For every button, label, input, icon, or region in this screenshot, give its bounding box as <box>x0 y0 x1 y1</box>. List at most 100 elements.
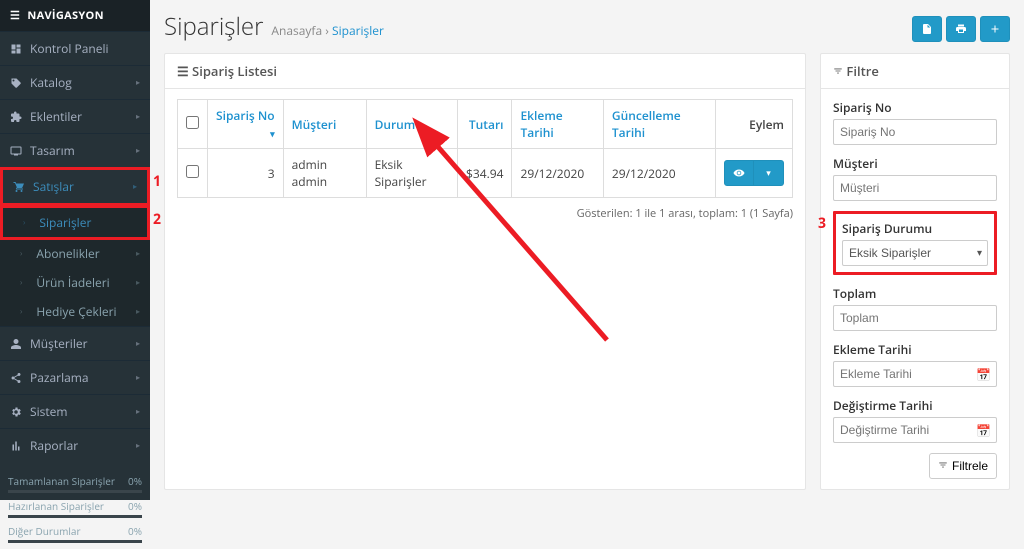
caret-down-icon: ▾ <box>766 168 771 179</box>
chevron-right-icon: ▸ <box>136 372 140 383</box>
sidebar-item-label: Eklentiler <box>30 108 136 125</box>
sidebar-item-label: Tasarım <box>30 142 136 159</box>
filter-total-label: Toplam <box>833 285 997 302</box>
calendar-icon[interactable]: 📅 <box>976 366 991 383</box>
sidebar-subitem-abonelikler[interactable]: › Abonelikler▸ <box>0 239 150 268</box>
view-order-button[interactable] <box>724 160 754 186</box>
sort-desc-icon: ▾ <box>270 127 275 140</box>
breadcrumb-home[interactable]: Anasayfa <box>271 22 322 39</box>
filter-status-select[interactable]: Eksik Siparişler <box>842 240 988 266</box>
tag-icon <box>10 77 22 89</box>
stat-tamamlanan-siparişler: Tamamlanan Siparişler0% <box>8 474 142 493</box>
filter-modified-input[interactable] <box>833 417 997 443</box>
order-actions-dropdown[interactable]: ▾ <box>754 160 784 186</box>
invoice-button[interactable] <box>912 16 942 42</box>
sidebar-item-label: Ürün İadeleri <box>36 274 136 291</box>
sidebar-item-pazarlama[interactable]: Pazarlama▸ <box>0 361 150 394</box>
sidebar-title: ☰ NAVİGASYON <box>0 0 150 31</box>
col-added[interactable]: Ekleme Tarihi <box>520 107 562 141</box>
chevron-right-icon: › <box>20 277 22 288</box>
annotation-3: 3 <box>818 214 826 233</box>
sidebar-item-eklentiler[interactable]: Eklentiler▸ <box>0 100 150 133</box>
col-action: Eylem <box>749 116 784 133</box>
sidebar-item-label: Kontrol Paneli <box>30 40 140 57</box>
gear-icon <box>10 406 22 418</box>
chevron-right-icon: ▸ <box>136 248 140 259</box>
sidebar: ☰ NAVİGASYON Kontrol PaneliKatalog▸Eklen… <box>0 0 150 500</box>
cell-added: 29/12/2020 <box>512 149 603 198</box>
main-content: Siparişler Anasayfa › Siparişler ☰ <box>150 0 1024 500</box>
order-list-title: ☰ Sipariş Listesi <box>165 54 805 89</box>
cell-status: Eksik Siparişler <box>366 149 457 198</box>
sidebar-item-satışlar[interactable]: Satışlar▸ <box>3 170 147 203</box>
col-order-id[interactable]: Sipariş No <box>216 107 275 124</box>
sidebar-item-sistem[interactable]: Sistem▸ <box>0 395 150 428</box>
plus-icon <box>989 23 1001 35</box>
sidebar-item-kontrol-paneli[interactable]: Kontrol Paneli <box>0 32 150 65</box>
filter-total-input[interactable] <box>833 305 997 331</box>
col-total[interactable]: Tutarı <box>469 116 504 133</box>
filter-customer-input[interactable] <box>833 175 997 201</box>
breadcrumb-current[interactable]: Siparişler <box>332 22 384 39</box>
cell-order-id: 3 <box>208 149 284 198</box>
filter-orderid-label: Sipariş No <box>833 99 997 116</box>
sidebar-item-label: Raporlar <box>30 437 136 454</box>
add-order-button[interactable] <box>980 16 1010 42</box>
cart-icon <box>13 181 25 193</box>
filter-button[interactable]: Filtrele <box>929 453 997 479</box>
chart-icon <box>10 440 22 452</box>
puzzle-icon <box>10 111 22 123</box>
sidebar-item-label: Satışlar <box>33 178 133 195</box>
cell-total: $34.94 <box>458 149 512 198</box>
cell-modified: 29/12/2020 <box>603 149 715 198</box>
sidebar-subitem-ürün-i̇adeleri[interactable]: › Ürün İadeleri▸ <box>0 268 150 297</box>
sidebar-item-label: Katalog <box>30 74 136 91</box>
col-status[interactable]: Durumu <box>375 116 423 133</box>
sidebar-item-label: Abonelikler <box>36 245 136 262</box>
chevron-right-icon: ▸ <box>136 77 140 88</box>
cell-customer: admin admin <box>283 149 366 198</box>
sidebar-item-tasarım[interactable]: Tasarım▸ <box>0 134 150 167</box>
sidebar-item-label: Pazarlama <box>30 369 136 386</box>
filter-title: Filtre <box>821 54 1009 89</box>
chevron-right-icon: ▸ <box>136 406 140 417</box>
chevron-right-icon: ▸ <box>136 277 140 288</box>
sidebar-item-label: Hediye Çekleri <box>36 303 136 320</box>
select-all-checkbox[interactable] <box>186 116 199 129</box>
chevron-right-icon: ▸ <box>136 145 140 156</box>
file-icon <box>921 23 933 35</box>
chevron-right-icon: › <box>20 306 22 317</box>
chevron-right-icon: › <box>23 217 25 228</box>
stat-diğer-durumlar: Diğer Durumlar0% <box>8 524 142 543</box>
filter-orderid-input[interactable] <box>833 119 997 145</box>
print-icon <box>955 23 967 35</box>
tv-icon <box>10 145 22 157</box>
calendar-icon[interactable]: 📅 <box>976 422 991 439</box>
col-customer[interactable]: Müşteri <box>292 116 337 133</box>
table-row: 3admin adminEksik Siparişler$34.9429/12/… <box>178 149 793 198</box>
stat-hazırlanan-siparişler: Hazırlanan Siparişler0% <box>8 499 142 518</box>
print-button[interactable] <box>946 16 976 42</box>
chevron-right-icon: ▸ <box>136 440 140 451</box>
breadcrumb: Anasayfa › Siparişler <box>271 22 384 39</box>
sidebar-item-label: Müşteriler <box>30 335 136 352</box>
user-icon <box>10 338 22 350</box>
hamburger-icon[interactable]: ☰ <box>10 8 20 23</box>
filter-added-label: Ekleme Tarihi <box>833 341 997 358</box>
row-checkbox[interactable] <box>186 165 199 178</box>
sidebar-subitem-hediye-çekleri[interactable]: ›Hediye Çekleri▸ <box>0 297 150 326</box>
sidebar-subitem-siparişler[interactable]: › Siparişler <box>3 208 147 237</box>
chevron-right-icon: ▸ <box>136 338 140 349</box>
order-table: Sipariş No ▾ Müşteri Durumu Tutarı Eklem… <box>177 99 793 198</box>
filter-modified-label: Değiştirme Tarihi <box>833 397 997 414</box>
dashboard-icon <box>10 43 22 55</box>
sidebar-item-label: Siparişler <box>39 214 137 231</box>
sidebar-item-raporlar[interactable]: Raporlar▸ <box>0 429 150 462</box>
chevron-right-icon: › <box>20 248 22 259</box>
col-modified[interactable]: Güncelleme Tarihi <box>612 107 681 141</box>
sidebar-item-müşteriler[interactable]: Müşteriler▸ <box>0 327 150 360</box>
filter-added-input[interactable] <box>833 361 997 387</box>
page-actions <box>912 16 1010 42</box>
order-list-panel: ☰ Sipariş Listesi Sipariş No ▾ Müşteri D… <box>164 53 806 490</box>
sidebar-item-katalog[interactable]: Katalog▸ <box>0 66 150 99</box>
